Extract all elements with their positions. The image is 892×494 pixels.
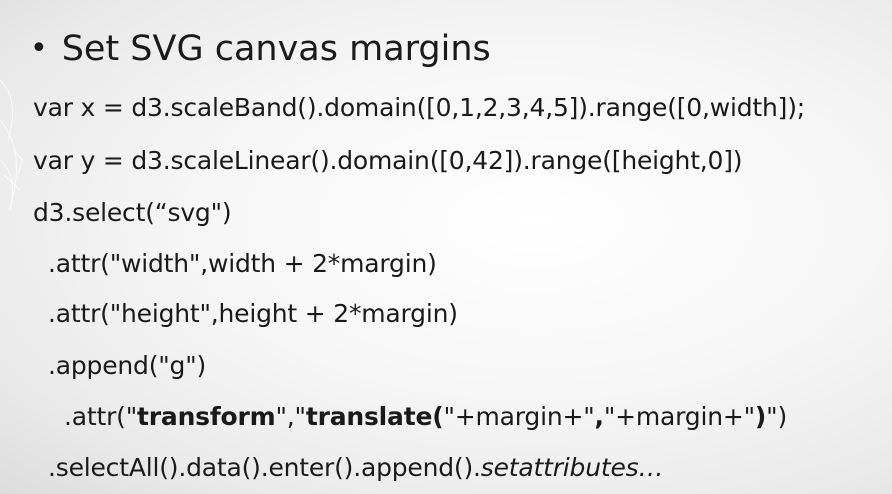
code-line-scale-x: var x = d3.scaleBand().domain([0,1,2,3,4… [33, 93, 805, 122]
code-line-append-g: .append("g") [48, 351, 207, 380]
slide-title-row: • Set SVG canvas margins [30, 26, 491, 72]
code-keyword-transform: transform [137, 402, 276, 431]
code-keyword-comma: , [594, 402, 605, 431]
code-fragment: "," [275, 402, 306, 431]
code-italic-setattributes: setattributes… [480, 453, 664, 482]
code-line-scale-y: var y = d3.scaleLinear().domain([0,42]).… [33, 146, 743, 175]
code-line-attr-width: .attr("width",width + 2*margin) [48, 249, 437, 278]
code-fragment: ") [766, 402, 788, 431]
code-fragment: .selectAll().data().enter().append(). [48, 453, 481, 482]
code-line-attr-transform: .attr("transform","translate("+margin+",… [64, 401, 787, 433]
code-fragment: "+margin+" [603, 402, 755, 431]
code-fragment: "+margin+" [443, 402, 595, 431]
slide-background-decoration [0, 79, 23, 211]
code-keyword-close-paren: ) [754, 402, 767, 431]
code-fragment: .attr(" [64, 402, 138, 431]
bullet-icon: • [30, 31, 48, 66]
code-line-data-join: .selectAll().data().enter().append().set… [48, 452, 663, 484]
slide-title: Set SVG canvas margins [61, 29, 491, 69]
code-keyword-translate: translate( [305, 402, 444, 431]
presentation-slide: • Set SVG canvas margins var x = d3.scal… [0, 0, 892, 494]
code-line-attr-height: .attr("height",height + 2*margin) [48, 299, 458, 328]
code-line-select-svg: d3.select(“svg") [33, 198, 232, 227]
